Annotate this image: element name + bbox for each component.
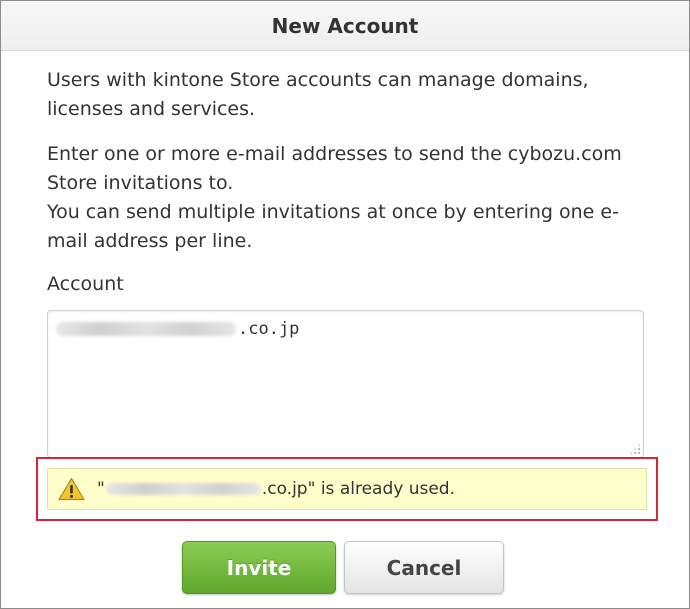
redacted-email-user: [56, 322, 236, 336]
redacted-email-user: [105, 483, 261, 495]
error-message-tail: " is already used.: [307, 479, 455, 499]
error-message: " .co.jp " is already used.: [97, 479, 455, 499]
account-textarea-value: .co.jp: [56, 319, 299, 339]
account-label: Account: [47, 273, 124, 295]
error-quote-open: ": [97, 479, 105, 499]
account-domain-suffix: .co.jp: [238, 319, 300, 339]
invite-button[interactable]: Invite: [182, 541, 336, 594]
account-textarea[interactable]: .co.jp: [47, 310, 644, 458]
dialog-header: New Account: [1, 1, 689, 51]
info-paragraph: Users with kintone Store accounts can ma…: [47, 69, 589, 120]
error-message-box: " .co.jp " is already used.: [47, 468, 647, 510]
error-domain-suffix: .co.jp: [261, 479, 308, 499]
instructions-paragraph: Enter one or more e-mail addresses to se…: [47, 140, 647, 256]
instructions-line-1: Enter one or more e-mail addresses to se…: [47, 143, 622, 194]
resize-grip-icon[interactable]: [629, 443, 641, 455]
dialog-title: New Account: [271, 13, 419, 38]
instructions-line-2: You can send multiple invitations at onc…: [47, 201, 619, 252]
warning-icon: [58, 477, 85, 501]
new-account-dialog: New Account Users with kintone Store acc…: [0, 0, 690, 609]
cancel-button[interactable]: Cancel: [344, 541, 504, 594]
